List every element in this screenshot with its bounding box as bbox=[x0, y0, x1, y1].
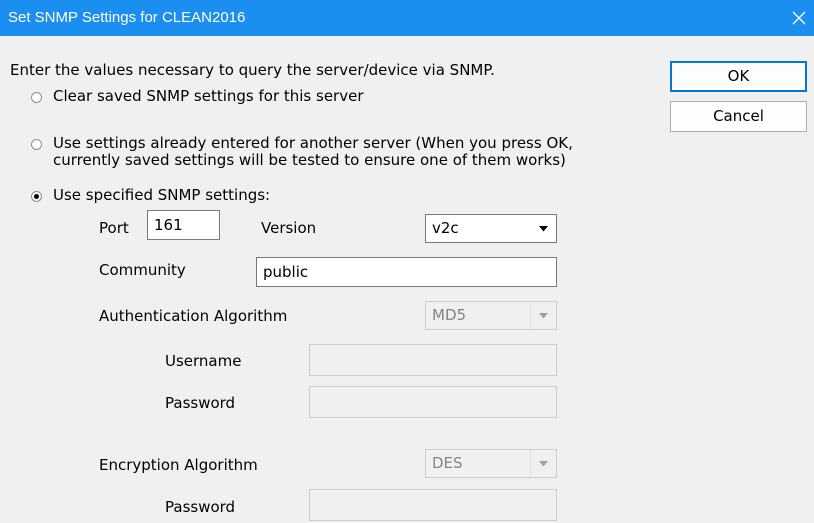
window-title: Set SNMP Settings for CLEAN2016 bbox=[8, 9, 246, 26]
close-icon bbox=[792, 11, 806, 25]
port-label: Port bbox=[99, 219, 129, 237]
version-label: Version bbox=[261, 219, 317, 237]
ok-button[interactable]: OK bbox=[670, 61, 807, 92]
radio-use-other-server-label-line2[interactable]: currently saved settings will be tested … bbox=[53, 151, 566, 169]
username-input bbox=[309, 344, 557, 376]
chevron-down-icon bbox=[539, 461, 548, 467]
encryption-algorithm-select: DES bbox=[425, 449, 557, 478]
username-label: Username bbox=[165, 352, 242, 370]
version-dropdown-button[interactable] bbox=[530, 216, 555, 242]
radio-use-specified-label[interactable]: Use specified SNMP settings: bbox=[53, 186, 270, 204]
auth-algorithm-label: Authentication Algorithm bbox=[99, 307, 288, 325]
community-label: Community bbox=[99, 261, 186, 279]
radio-use-other-server[interactable] bbox=[31, 139, 42, 150]
encryption-algorithm-value: DES bbox=[432, 454, 463, 472]
chevron-down-icon bbox=[539, 313, 548, 319]
radio-clear-settings[interactable] bbox=[31, 92, 42, 103]
encryption-password-label: Password bbox=[165, 498, 236, 516]
auth-dropdown-button bbox=[530, 303, 555, 329]
encryption-dropdown-button bbox=[530, 451, 555, 477]
title-bar: Set SNMP Settings for CLEAN2016 bbox=[0, 0, 814, 36]
radio-use-specified[interactable] bbox=[31, 191, 42, 202]
encryption-algorithm-label: Encryption Algorithm bbox=[99, 456, 258, 474]
community-input[interactable]: public bbox=[256, 257, 557, 287]
version-select[interactable]: v2c bbox=[425, 214, 557, 243]
auth-password-label: Password bbox=[165, 394, 236, 412]
close-button[interactable] bbox=[784, 0, 814, 36]
auth-algorithm-select: MD5 bbox=[425, 301, 557, 330]
port-input[interactable]: 161 bbox=[147, 210, 220, 240]
cancel-button[interactable]: Cancel bbox=[670, 101, 807, 132]
version-select-value: v2c bbox=[432, 219, 459, 237]
encryption-password-input bbox=[309, 489, 557, 521]
auth-algorithm-value: MD5 bbox=[432, 306, 467, 324]
radio-use-other-server-label-line1[interactable]: Use settings already entered for another… bbox=[53, 134, 573, 152]
intro-text: Enter the values necessary to query the … bbox=[10, 61, 495, 79]
chevron-down-icon bbox=[539, 226, 548, 232]
auth-password-input bbox=[309, 386, 557, 418]
radio-clear-settings-label[interactable]: Clear saved SNMP settings for this serve… bbox=[53, 87, 364, 105]
